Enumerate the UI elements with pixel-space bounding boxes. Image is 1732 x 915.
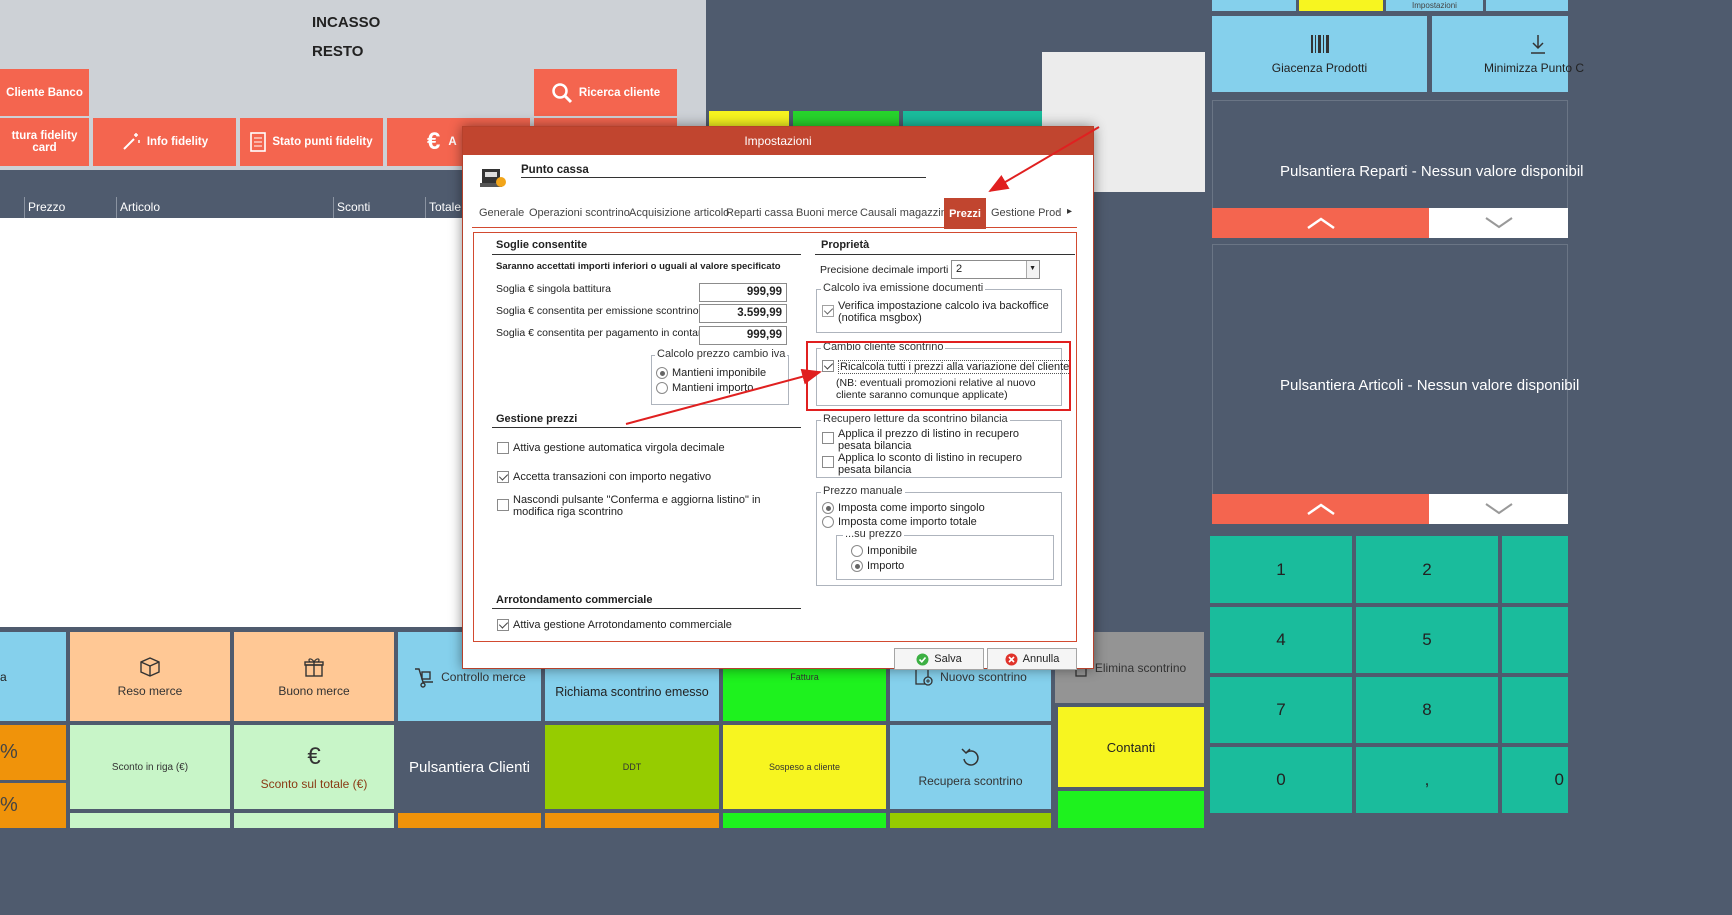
- annotation-arrows: [625, 126, 1100, 425]
- arrow-to-cambio-cliente: [625, 368, 822, 425]
- arrow-to-prezzi-tab: [988, 126, 1100, 193]
